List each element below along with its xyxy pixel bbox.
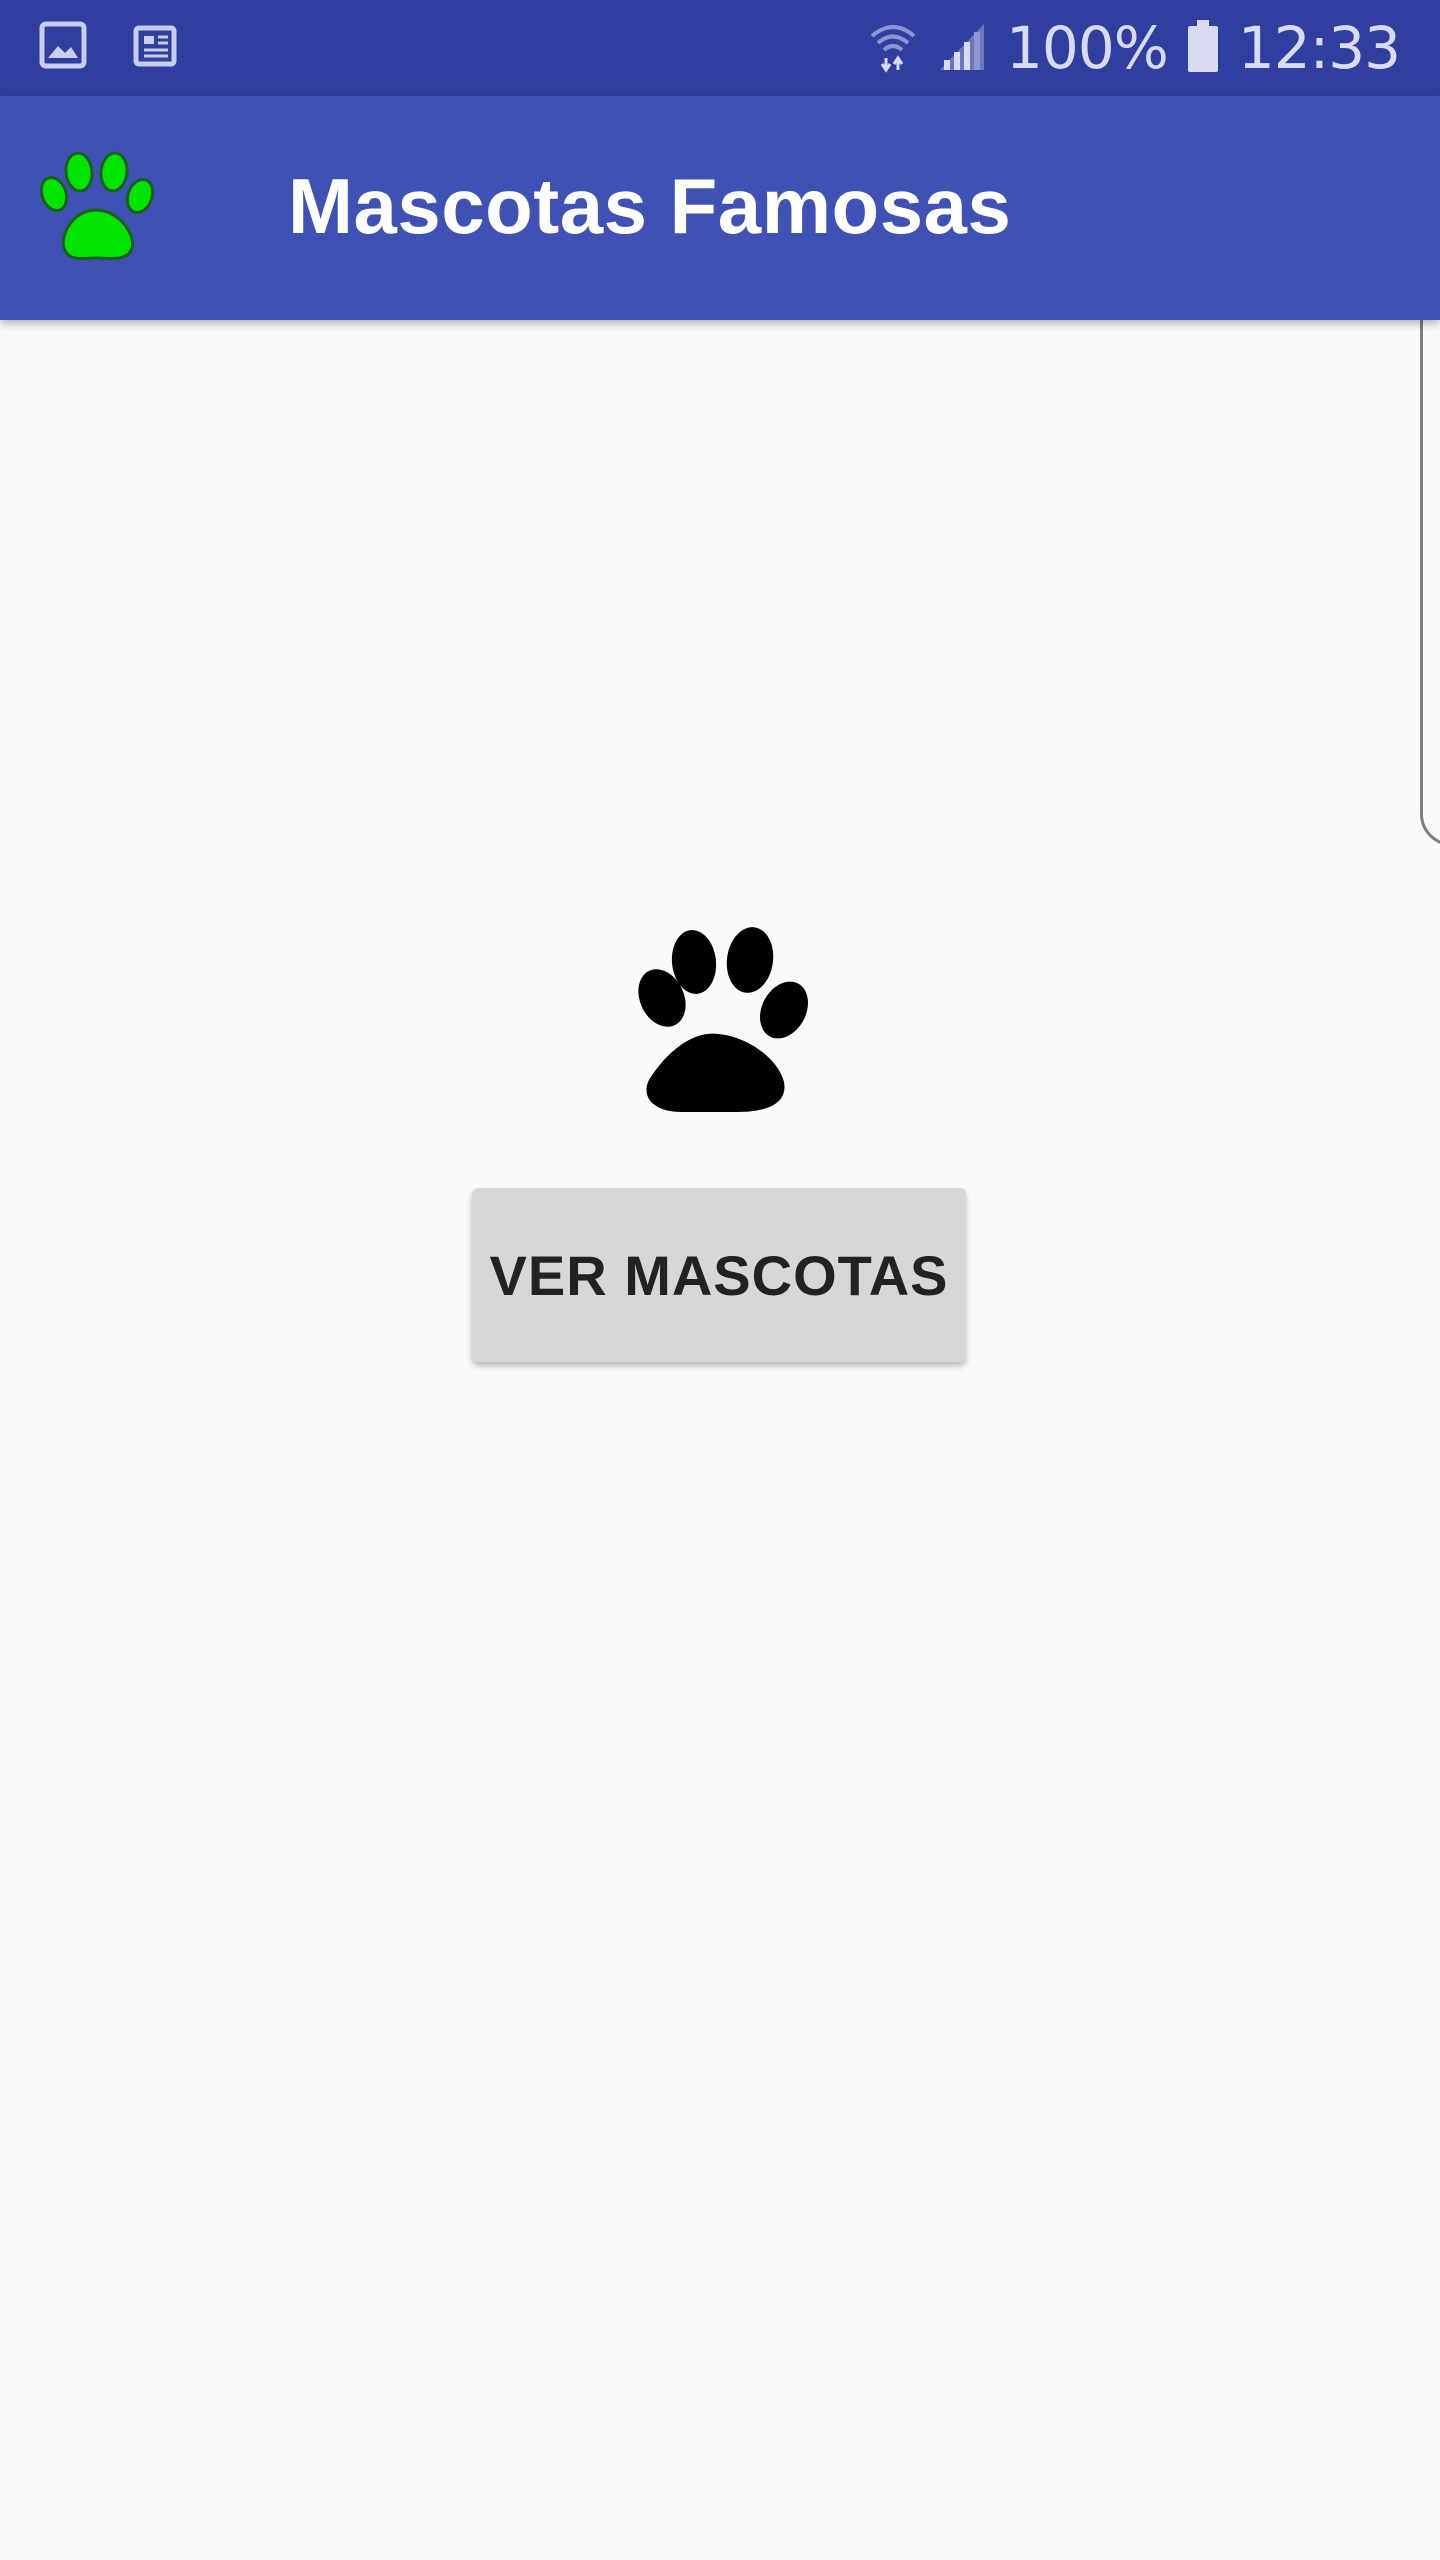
battery-percentage: 100%	[1006, 14, 1169, 82]
status-bar-left-icons	[38, 20, 180, 75]
battery-icon	[1186, 18, 1220, 79]
clock: 12:33	[1237, 14, 1401, 82]
gallery-icon	[38, 20, 88, 75]
black-paw-icon	[620, 918, 820, 1118]
wifi-icon	[868, 18, 918, 79]
status-bar-right: 100% 12:33	[868, 12, 1401, 84]
edge-panel-handle[interactable]	[1420, 250, 1440, 846]
status-bar: 100% 12:33	[0, 0, 1440, 96]
green-paw-icon	[32, 142, 162, 272]
app-bar: Mascotas Famosas	[0, 96, 1440, 320]
ver-mascotas-button[interactable]: VER MASCOTAS	[472, 1188, 966, 1362]
app-title: Mascotas Famosas	[288, 162, 1012, 250]
news-icon	[130, 20, 180, 75]
signal-icon	[936, 18, 988, 79]
